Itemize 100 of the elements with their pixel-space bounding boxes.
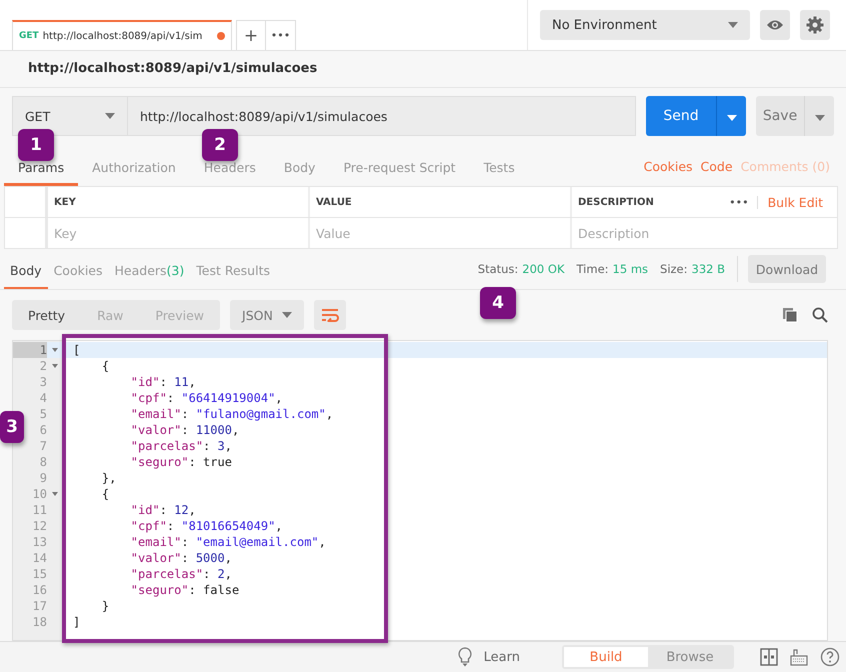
more-button[interactable]: ••• bbox=[721, 196, 758, 208]
callout-badge: 4 bbox=[480, 287, 516, 319]
code-line: "seguro": false bbox=[130, 582, 240, 598]
format-select[interactable]: JSON bbox=[230, 300, 304, 330]
caret-icon bbox=[105, 113, 115, 119]
line-number: 16 bbox=[32, 582, 47, 598]
line-number: 4 bbox=[38, 390, 47, 406]
view-mode-tab[interactable]: Preview bbox=[139, 300, 220, 330]
section-tab[interactable]: Pre-request Script bbox=[329, 158, 470, 186]
meta-label: Status: bbox=[478, 262, 518, 276]
download-button[interactable]: Download bbox=[748, 255, 826, 283]
caret-icon bbox=[728, 22, 738, 28]
line-number: 2 bbox=[38, 358, 47, 374]
fold-icon[interactable] bbox=[52, 364, 58, 368]
code-line: "email": "email@email.com", bbox=[130, 534, 326, 550]
line-number: 5 bbox=[38, 406, 47, 422]
line-number: 7 bbox=[38, 438, 47, 454]
code-line: "id": 11, bbox=[130, 374, 196, 390]
link[interactable]: Code bbox=[700, 158, 733, 174]
eye-icon bbox=[766, 19, 784, 31]
code-line: "valor": 11000, bbox=[130, 422, 240, 438]
param-field[interactable]: Description bbox=[578, 226, 837, 240]
two-pane-icon[interactable] bbox=[760, 648, 778, 666]
line-number: 10 bbox=[32, 486, 47, 502]
wrap-button[interactable] bbox=[314, 300, 346, 330]
response-tab[interactable]: Cookies bbox=[48, 253, 109, 289]
help-icon[interactable] bbox=[820, 647, 840, 667]
param-field[interactable]: Value bbox=[316, 226, 570, 240]
code-line: "cpf": "66414919004", bbox=[130, 390, 283, 406]
meta-label: Time: bbox=[576, 262, 609, 276]
more-button[interactable]: ••• bbox=[266, 20, 296, 50]
code-line: "parcelas": 2, bbox=[130, 566, 232, 582]
send-button[interactable]: Send bbox=[646, 96, 716, 136]
code-line: "cpf": "81016654049", bbox=[130, 518, 283, 534]
meta-value: 332 B bbox=[692, 262, 725, 276]
code-line: { bbox=[100, 486, 110, 502]
eye-button[interactable] bbox=[760, 10, 790, 40]
line-number: 11 bbox=[32, 502, 47, 518]
line-number: 9 bbox=[38, 470, 47, 486]
environment-select[interactable]: No Environment bbox=[540, 10, 750, 40]
code-line: "valor": 5000, bbox=[130, 550, 232, 566]
column-header: KEY bbox=[54, 196, 76, 208]
save-menu-button[interactable] bbox=[804, 96, 834, 136]
line-number: 18 bbox=[32, 614, 47, 630]
code-line: "parcelas": 3, bbox=[130, 438, 232, 454]
copy-icon[interactable] bbox=[782, 307, 798, 323]
line-number: 8 bbox=[38, 454, 47, 470]
view-mode-tab[interactable]: Raw bbox=[81, 300, 140, 330]
gear-icon bbox=[806, 16, 824, 34]
wrap-icon bbox=[321, 308, 340, 322]
meta-value: 200 OK bbox=[522, 262, 564, 276]
mode-tab[interactable]: Browse bbox=[648, 647, 732, 667]
settings-button[interactable] bbox=[800, 10, 830, 40]
request-title: http://localhost:8089/api/v1/simulacoes bbox=[0, 51, 846, 88]
mode-tab[interactable]: Build bbox=[564, 647, 648, 667]
link[interactable]: Cookies bbox=[644, 158, 693, 174]
request-tab[interactable]: GET http://localhost:8089/api/v1/sim bbox=[12, 20, 232, 50]
line-number: 3 bbox=[38, 374, 47, 390]
response-tab[interactable]: Body bbox=[4, 253, 48, 289]
meta-value: 15 ms bbox=[612, 262, 648, 276]
callout-badge: 1 bbox=[18, 129, 54, 161]
search-icon[interactable] bbox=[812, 307, 828, 323]
line-number: 1 bbox=[13, 342, 47, 358]
code-line: "seguro": true bbox=[130, 454, 232, 470]
code-line: [ bbox=[73, 342, 80, 358]
code-line: } bbox=[100, 598, 110, 614]
line-number: 6 bbox=[38, 422, 47, 438]
code-line: ] bbox=[73, 614, 80, 630]
section-tab[interactable]: Headers bbox=[190, 158, 270, 186]
learn-link[interactable]: Learn bbox=[484, 650, 520, 664]
code-line: "id": 12, bbox=[130, 502, 196, 518]
lightbulb-icon[interactable] bbox=[458, 647, 472, 667]
view-mode-tab[interactable]: Pretty bbox=[12, 300, 82, 330]
line-number: 17 bbox=[32, 598, 47, 614]
line-number: 15 bbox=[32, 566, 47, 582]
fold-icon[interactable] bbox=[52, 492, 58, 496]
new-tab-button[interactable]: + bbox=[236, 20, 266, 50]
meta-label: Size: bbox=[660, 262, 688, 276]
response-tab[interactable]: Test Results bbox=[190, 253, 276, 289]
send-menu-button[interactable] bbox=[716, 96, 746, 136]
line-number: 14 bbox=[32, 550, 47, 566]
column-header: DESCRIPTION bbox=[578, 196, 654, 208]
response-tab[interactable]: Headers(3) bbox=[108, 253, 190, 289]
fold-icon[interactable] bbox=[52, 348, 58, 352]
caret-icon bbox=[282, 312, 292, 318]
line-number: 13 bbox=[32, 534, 47, 550]
bulk-edit-link[interactable]: Bulk Edit bbox=[758, 194, 837, 210]
section-tab[interactable]: Tests bbox=[470, 158, 529, 186]
method-select[interactable]: GET bbox=[12, 96, 128, 136]
code-line: "email": "fulano@gmail.com", bbox=[130, 406, 334, 422]
section-tab[interactable]: Body bbox=[270, 158, 330, 186]
section-tab[interactable]: Authorization bbox=[78, 158, 190, 186]
column-header: VALUE bbox=[316, 196, 352, 208]
param-field[interactable]: Key bbox=[54, 226, 308, 240]
url-field[interactable]: http://localhost:8089/api/v1/simulacoes bbox=[128, 96, 636, 136]
keyboard-icon[interactable] bbox=[790, 648, 808, 666]
callout-badge: 2 bbox=[202, 129, 238, 161]
save-button[interactable]: Save bbox=[756, 96, 804, 136]
code-line: }, bbox=[100, 470, 116, 486]
code-line: { bbox=[100, 358, 110, 374]
